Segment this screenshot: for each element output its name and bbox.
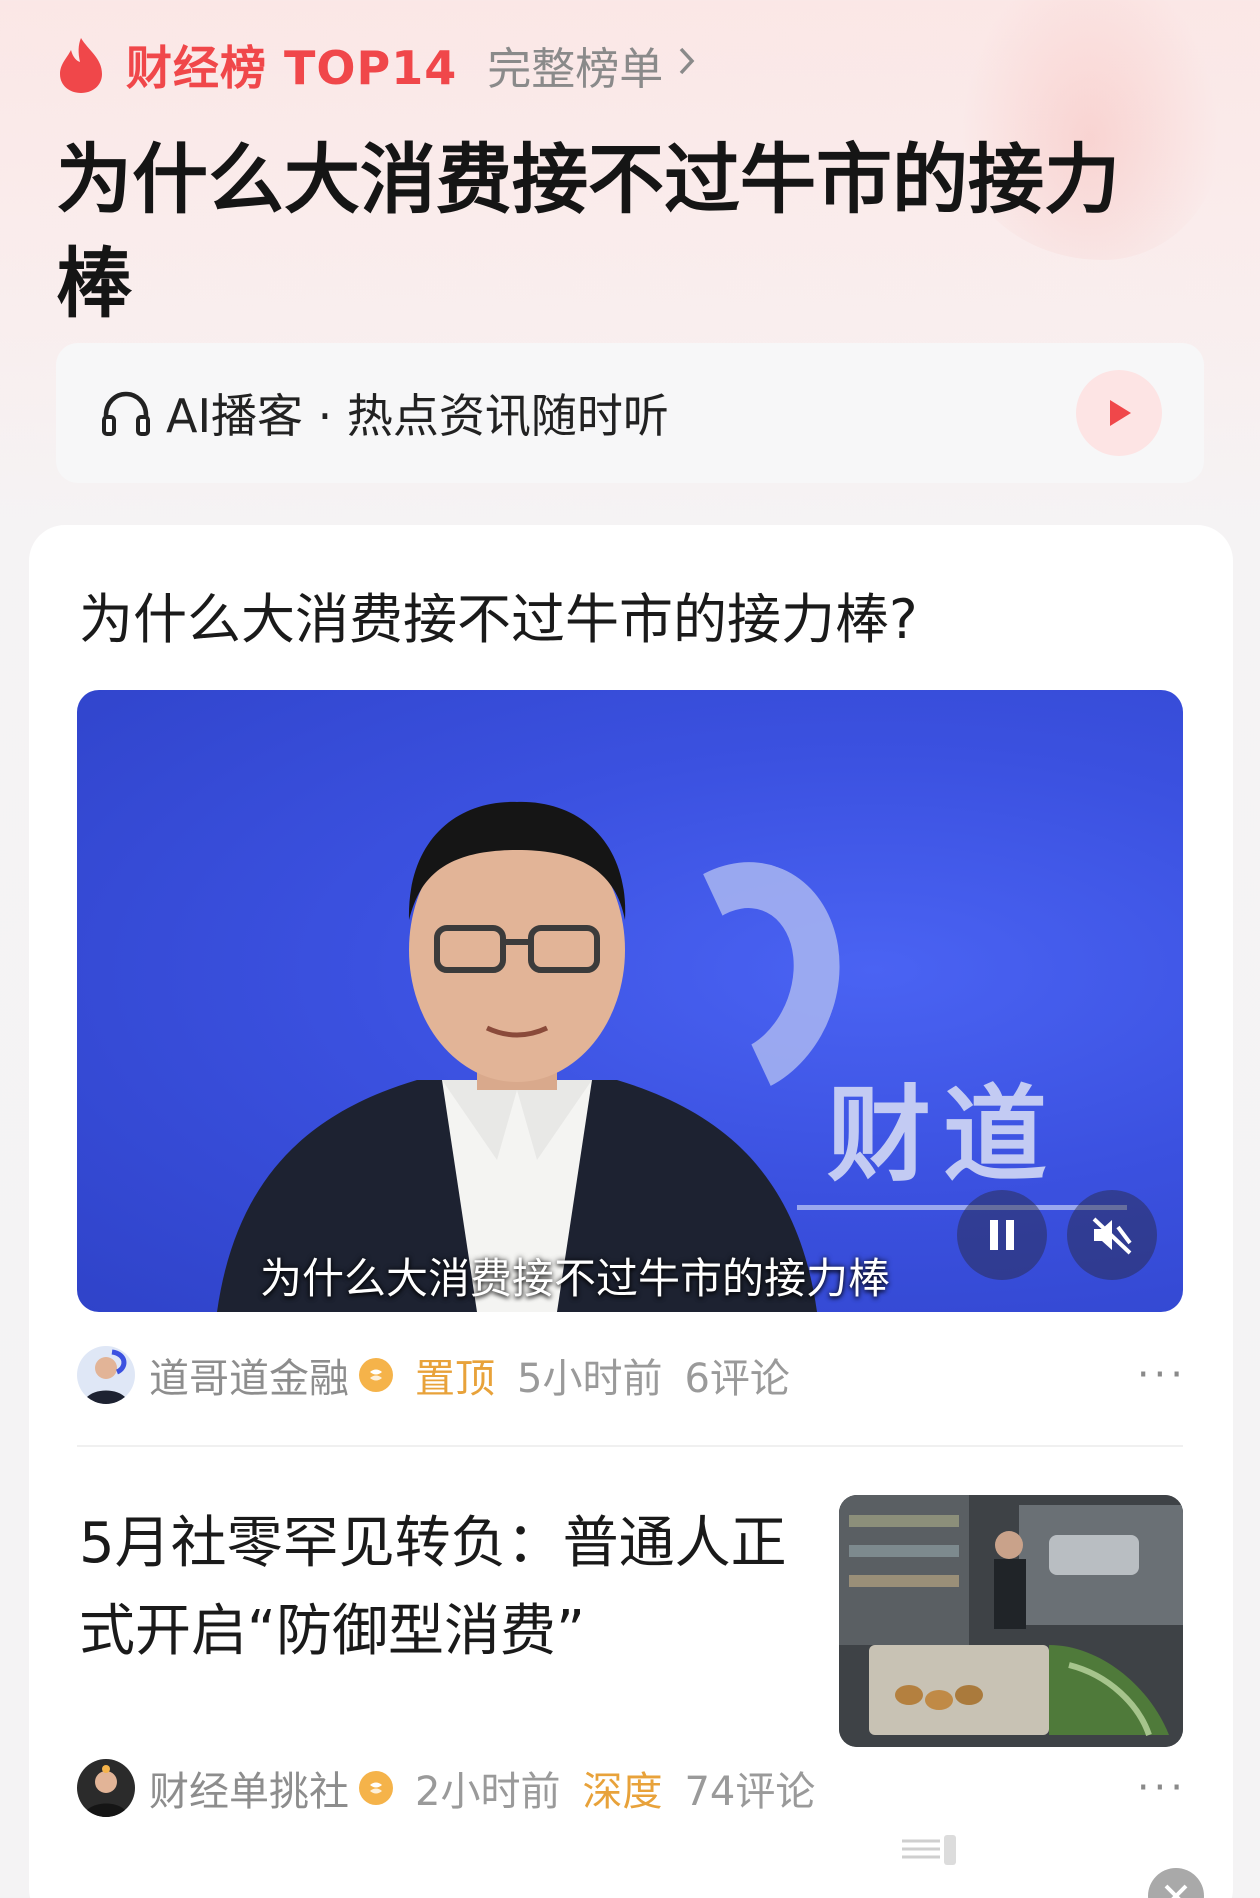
- play-button[interactable]: [1076, 370, 1162, 456]
- avatar[interactable]: [77, 1759, 135, 1817]
- feed-card: 为什么大消费接不过牛市的接力棒? 财道 为什么大消费接不过牛市的接力棒 道哥道金…: [29, 525, 1233, 1898]
- more-options-icon[interactable]: ···: [1137, 1352, 1187, 1398]
- verified-badge-icon: [359, 1358, 393, 1392]
- full-list-label: 完整榜单: [487, 44, 664, 95]
- mute-button[interactable]: [1067, 1190, 1157, 1280]
- pinned-tag: 置顶: [415, 1356, 495, 1402]
- podcast-label: AI播客 · 热点资讯随时听: [166, 389, 669, 443]
- full-list-link[interactable]: 完整榜单: [487, 33, 697, 97]
- pause-icon: [990, 1220, 1014, 1250]
- ai-podcast-bar[interactable]: AI播客 · 热点资讯随时听: [56, 343, 1204, 483]
- comment-count[interactable]: 74评论: [684, 1759, 815, 1817]
- author-name[interactable]: 道哥道金融: [149, 1346, 349, 1404]
- video-post-meta: 道哥道金融 置顶 5小时前 6评论 ···: [77, 1345, 1187, 1405]
- post-time: 2小时前: [415, 1769, 561, 1815]
- video-player[interactable]: 财道 为什么大消费接不过牛市的接力棒: [77, 690, 1183, 1312]
- ranking-header: 财经榜 TOP14 完整榜单: [58, 30, 697, 100]
- drag-handle-icon[interactable]: [900, 1835, 980, 1865]
- news-thumbnail[interactable]: [839, 1495, 1183, 1747]
- flame-icon: [58, 36, 104, 94]
- comment-count[interactable]: 6评论: [684, 1346, 789, 1404]
- avatar[interactable]: [77, 1346, 135, 1404]
- video-post-title[interactable]: 为什么大消费接不过牛市的接力棒?: [79, 575, 918, 654]
- video-brand-text: 财道: [827, 1074, 1060, 1196]
- mute-icon: [1092, 1217, 1132, 1255]
- chevron-right-icon: [677, 45, 697, 86]
- presenter-figure: [217, 801, 817, 1312]
- depth-tag: 深度: [582, 1769, 663, 1815]
- verified-badge-icon: [359, 1771, 393, 1805]
- news-post-title[interactable]: 5月社零罕见转负：普通人正式开启“防御型消费”: [79, 1500, 789, 1676]
- page-title: 为什么大消费接不过牛市的接力棒: [56, 135, 1120, 328]
- author-name[interactable]: 财经单挑社: [149, 1759, 349, 1817]
- news-post-meta: 财经单挑社 2小时前 深度 74评论 ···: [77, 1758, 1187, 1818]
- headphone-icon: [100, 389, 152, 437]
- divider: [77, 1445, 1183, 1447]
- post-time: 5小时前: [517, 1356, 663, 1402]
- ranking-title: 财经榜 TOP14: [126, 41, 458, 95]
- play-icon: [1110, 400, 1131, 426]
- more-options-icon[interactable]: ···: [1137, 1765, 1187, 1811]
- pause-button[interactable]: [957, 1190, 1047, 1280]
